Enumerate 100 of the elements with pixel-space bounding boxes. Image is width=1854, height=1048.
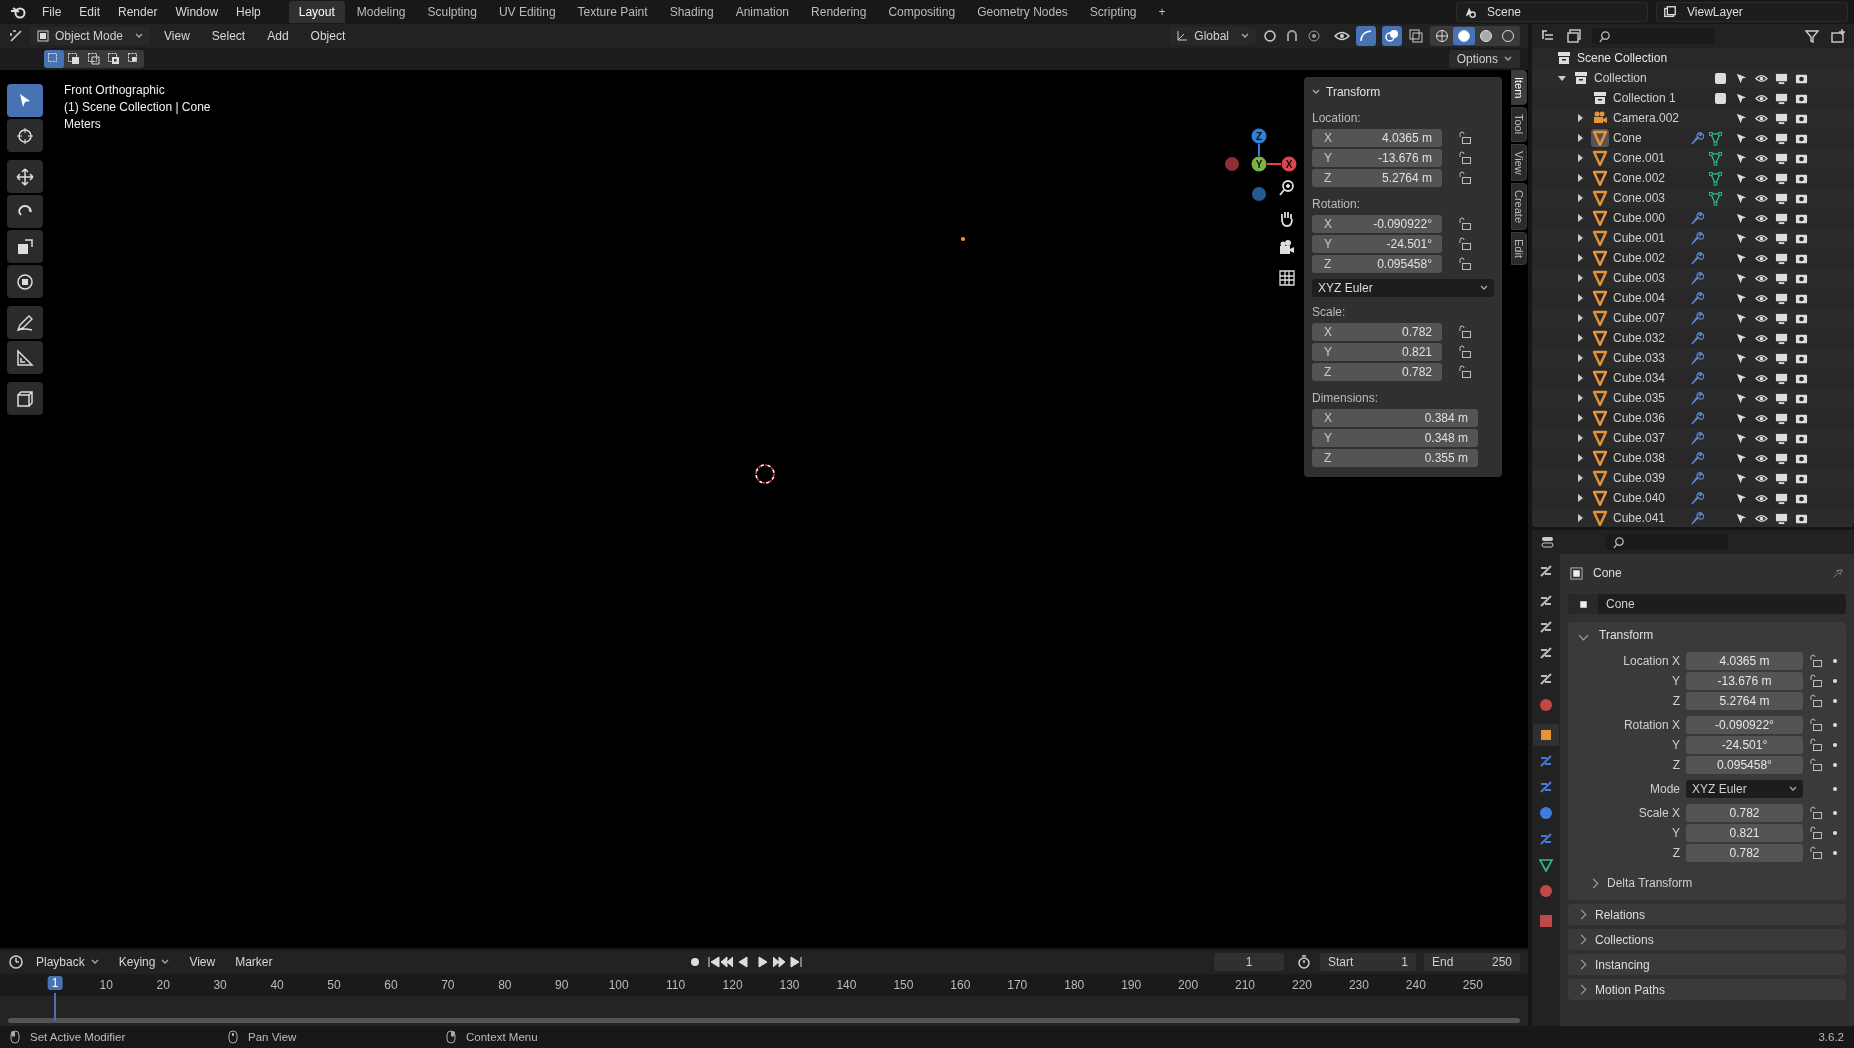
- add-cube-tool[interactable]: [7, 382, 43, 415]
- move-tool[interactable]: [7, 160, 43, 193]
- wrench-icon[interactable]: [1689, 230, 1704, 246]
- menu-item[interactable]: Add: [259, 26, 297, 46]
- number-field[interactable]: Z 0.355 m: [1312, 449, 1478, 467]
- outliner-item[interactable]: Cube.000: [1613, 211, 1685, 225]
- lock-icon[interactable]: [1809, 738, 1823, 752]
- outliner-item[interactable]: Cube.038: [1613, 451, 1685, 465]
- expand-toggle[interactable]: [1578, 254, 1583, 262]
- scale-tool[interactable]: [7, 230, 43, 263]
- expand-toggle[interactable]: [1578, 114, 1583, 122]
- monitor-icon[interactable]: [1775, 71, 1788, 85]
- add-workspace-button[interactable]: +: [1148, 1, 1176, 23]
- search-field[interactable]: [1606, 534, 1728, 550]
- end-frame-field[interactable]: End 250: [1424, 953, 1520, 971]
- wrench-icon[interactable]: [1689, 410, 1704, 426]
- selectable-arrow-icon[interactable]: [1735, 431, 1748, 445]
- monitor-icon[interactable]: [1775, 351, 1788, 365]
- wrench-icon[interactable]: [1689, 130, 1704, 146]
- monitor-icon[interactable]: [1775, 451, 1788, 465]
- rotation-mode-dropdown[interactable]: XYZ Euler: [1686, 780, 1803, 798]
- object-name-field[interactable]: Cone: [1568, 594, 1846, 614]
- workspace-tab[interactable]: Scripting: [1079, 1, 1147, 23]
- lock-icon[interactable]: [1458, 237, 1472, 251]
- keyframe-dot[interactable]: [1833, 811, 1837, 815]
- pivot-icon[interactable]: [1262, 28, 1278, 44]
- workspace-tab[interactable]: Rendering: [801, 1, 877, 23]
- keyframe-dot[interactable]: [1833, 659, 1837, 663]
- keyframe-dot[interactable]: [1833, 763, 1837, 767]
- selectable-arrow-icon[interactable]: [1735, 271, 1748, 285]
- number-field[interactable]: 4.0365 m: [1686, 652, 1803, 670]
- sidebar-tab[interactable]: Tool: [1511, 107, 1527, 142]
- number-field[interactable]: Z 5.2764 m: [1312, 169, 1442, 187]
- filter-icon[interactable]: [1804, 28, 1820, 44]
- menu-item[interactable]: Window: [167, 2, 227, 22]
- expand-toggle[interactable]: [1578, 134, 1583, 142]
- expand-toggle[interactable]: [1578, 354, 1583, 362]
- menu-item[interactable]: Keying: [110, 952, 178, 972]
- wrench-icon[interactable]: [1689, 290, 1704, 306]
- wrench-icon[interactable]: [1689, 390, 1704, 406]
- section-title[interactable]: Transform: [1599, 628, 1654, 642]
- selectable-arrow-icon[interactable]: [1735, 231, 1748, 245]
- outliner-item[interactable]: Camera.002: [1613, 111, 1685, 125]
- outliner-item[interactable]: Cube.001: [1613, 231, 1685, 245]
- lock-icon[interactable]: [1458, 365, 1472, 379]
- outliner-item[interactable]: Cube.034: [1613, 371, 1685, 385]
- lock-icon[interactable]: [1809, 674, 1823, 688]
- search-field[interactable]: [1592, 28, 1714, 44]
- playhead-frame[interactable]: 1: [47, 976, 63, 990]
- monitor-icon[interactable]: [1775, 111, 1788, 125]
- lock-icon[interactable]: [1458, 131, 1472, 145]
- zoom-icon[interactable]: [1278, 179, 1296, 197]
- lock-icon[interactable]: [1458, 151, 1472, 165]
- expand-toggle[interactable]: [1578, 394, 1583, 402]
- outliner-item[interactable]: Cube.007: [1613, 311, 1685, 325]
- wrench-icon[interactable]: [1689, 430, 1704, 446]
- overlay-toggle-icon[interactable]: [1382, 26, 1402, 46]
- expand-toggle[interactable]: [1578, 334, 1583, 342]
- hand-icon[interactable]: [1278, 209, 1296, 227]
- xray-icon[interactable]: [1408, 28, 1424, 44]
- sidebar-tab[interactable]: Create: [1511, 183, 1527, 231]
- number-field[interactable]: -24.501°: [1686, 736, 1803, 754]
- expand-toggle[interactable]: [1578, 374, 1583, 382]
- menu-item[interactable]: Help: [228, 2, 269, 22]
- lock-icon[interactable]: [1809, 718, 1823, 732]
- monitor-icon[interactable]: [1775, 431, 1788, 445]
- number-field[interactable]: -13.676 m: [1686, 672, 1803, 690]
- outliner-item[interactable]: Cube.033: [1613, 351, 1685, 365]
- outliner-item[interactable]: Cube.003: [1613, 271, 1685, 285]
- lock-icon[interactable]: [1809, 694, 1823, 708]
- monitor-icon[interactable]: [1775, 251, 1788, 265]
- expand-toggle[interactable]: [1578, 434, 1583, 442]
- selectable-arrow-icon[interactable]: [1735, 511, 1748, 525]
- number-field[interactable]: X 0.782: [1312, 323, 1442, 341]
- selectable-arrow-icon[interactable]: [1735, 291, 1748, 305]
- expand-toggle[interactable]: [1578, 174, 1583, 182]
- number-field[interactable]: 0.782: [1686, 844, 1803, 862]
- outliner-item[interactable]: Collection: [1594, 71, 1666, 85]
- outliner-item[interactable]: Cone: [1613, 131, 1685, 145]
- display-mode-icon[interactable]: [1566, 28, 1582, 44]
- number-field[interactable]: 0.782: [1686, 804, 1803, 822]
- monitor-icon[interactable]: [1775, 411, 1788, 425]
- orientation-dropdown[interactable]: Global: [1169, 27, 1256, 45]
- monitor-icon[interactable]: [1775, 291, 1788, 305]
- workspace-tab[interactable]: UV Editing: [488, 1, 566, 23]
- expand-toggle[interactable]: [1578, 214, 1583, 222]
- editor-type-icon[interactable]: [1540, 534, 1556, 550]
- options-dropdown[interactable]: Options: [1448, 50, 1520, 68]
- negative-axis-handle[interactable]: [1225, 157, 1239, 171]
- exclude-checkbox[interactable]: [1715, 72, 1726, 84]
- expand-toggle[interactable]: [1578, 294, 1583, 302]
- selectable-arrow-icon[interactable]: [1735, 171, 1748, 185]
- axis-handle[interactable]: X: [1281, 156, 1297, 172]
- monitor-icon[interactable]: [1775, 371, 1788, 385]
- annotate-tool[interactable]: [7, 306, 43, 339]
- lock-icon[interactable]: [1458, 345, 1472, 359]
- menu-item[interactable]: View: [156, 26, 198, 46]
- monitor-icon[interactable]: [1775, 211, 1788, 225]
- negative-axis-handle[interactable]: [1252, 187, 1266, 201]
- monitor-icon[interactable]: [1775, 191, 1788, 205]
